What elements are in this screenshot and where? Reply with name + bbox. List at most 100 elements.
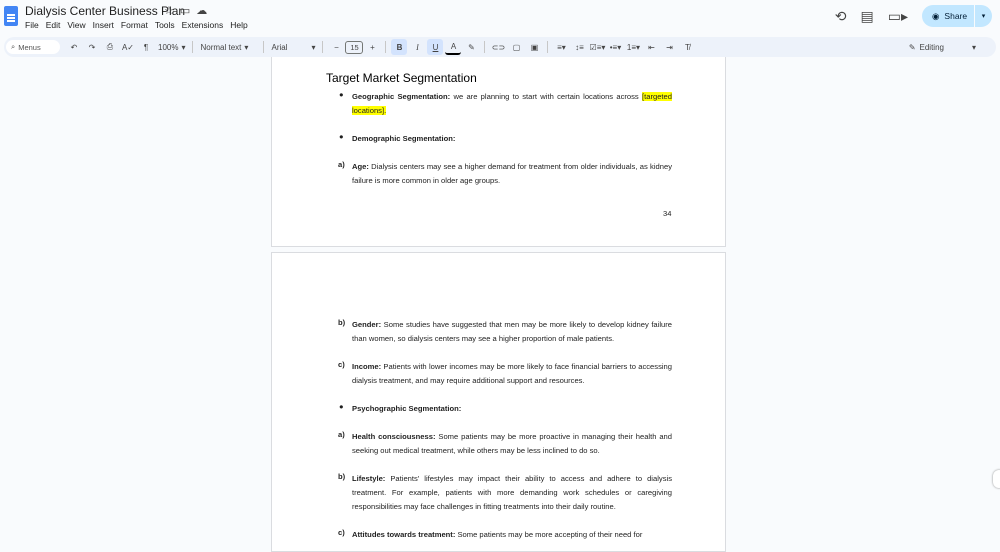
menu-file[interactable]: File — [25, 20, 39, 30]
bullet-marker: ● — [339, 402, 344, 411]
list-marker: b) — [338, 318, 346, 327]
divider — [263, 41, 265, 53]
star-icon[interactable]: ☆ — [164, 4, 174, 17]
health-label: Health consciousness: — [352, 432, 436, 441]
align-icon[interactable]: ≡▾ — [553, 39, 569, 55]
age-text: Dialysis centers may see a higher demand… — [352, 162, 672, 185]
paint-format-icon[interactable]: ¶ — [138, 39, 154, 55]
style-select[interactable]: Normal text ▾ — [197, 43, 259, 52]
divider — [547, 41, 549, 53]
move-folder-icon[interactable]: ▭ — [180, 4, 190, 17]
list-marker: a) — [338, 160, 345, 169]
menu-extensions[interactable]: Extensions — [182, 20, 224, 30]
title-bar: Dialysis Center Business Plan ☆ ▭ ☁ File… — [0, 0, 1000, 36]
increase-indent-icon[interactable]: ⇥ — [661, 39, 677, 55]
geographic-label: Geographic Segmentation: — [352, 92, 451, 101]
highlight-icon[interactable]: ✎ — [463, 39, 479, 55]
bullet-marker: ● — [339, 90, 344, 99]
age-paragraph: Age: Dialysis centers may see a higher d… — [352, 160, 672, 188]
bold-icon[interactable]: B — [391, 39, 408, 55]
divider — [484, 41, 486, 53]
numbered-list-icon[interactable]: 1≡▾ — [625, 39, 641, 55]
meet-icon[interactable]: ▭▸ — [888, 8, 908, 25]
editing-mode-label: Editing — [919, 42, 944, 52]
income-text: Patients with lower incomes may be more … — [352, 362, 672, 385]
demographic-label: Demographic Segmentation: — [352, 134, 456, 143]
checklist-icon[interactable]: ☑≡▾ — [589, 39, 606, 55]
chevron-down-icon: ▾ — [971, 42, 976, 52]
chevron-down-icon: ▾ — [311, 42, 316, 52]
redo-icon[interactable]: ↷ — [84, 39, 100, 55]
search-icon: ⌕ — [11, 42, 16, 51]
share-button[interactable]: ◉ Share ▾ — [922, 5, 992, 27]
comments-icon[interactable]: ▤ — [861, 8, 874, 25]
divider — [322, 41, 324, 53]
undo-icon[interactable]: ↶ — [66, 39, 82, 55]
menu-edit[interactable]: Edit — [46, 20, 61, 30]
line-spacing-icon[interactable]: ↕≡ — [571, 39, 587, 55]
document-page[interactable]: b) Gender: Some studies have suggested t… — [271, 252, 726, 552]
docs-logo-icon[interactable] — [4, 6, 18, 26]
share-label: Share — [944, 11, 968, 21]
clear-format-icon[interactable]: T̸ — [679, 39, 695, 55]
chevron-down-icon: ▾ — [244, 42, 249, 52]
underline-icon[interactable]: U — [427, 39, 444, 55]
list-marker: c) — [338, 528, 345, 537]
style-value: Normal text — [200, 42, 242, 52]
document-page[interactable]: Target Market Segmentation ● Geographic … — [271, 57, 726, 247]
share-caret-icon[interactable]: ▾ — [974, 5, 992, 27]
font-select[interactable]: Arial ▾ — [268, 43, 318, 52]
print-icon[interactable]: ⎙ — [102, 39, 118, 55]
gender-label: Gender: — [352, 320, 382, 329]
income-paragraph: Income: Patients with lower incomes may … — [352, 360, 672, 388]
menu-insert[interactable]: Insert — [93, 20, 114, 30]
menu-view[interactable]: View — [67, 20, 85, 30]
gender-text: Some studies have suggested that men may… — [352, 320, 672, 343]
geographic-paragraph: Geographic Segmentation: we are planning… — [352, 90, 672, 118]
list-marker: c) — [338, 360, 345, 369]
bullet-list-icon[interactable]: •≡▾ — [607, 39, 623, 55]
demographic-heading: Demographic Segmentation: — [352, 132, 672, 146]
link-icon[interactable]: ⊂⊃ — [490, 39, 506, 55]
menus-search[interactable]: ⌕ Menus — [6, 40, 60, 54]
font-value: Arial — [271, 42, 288, 52]
psychographic-heading: Psychographic Segmentation: — [352, 402, 672, 416]
divider — [385, 41, 387, 53]
menu-tools[interactable]: Tools — [155, 20, 175, 30]
chevron-down-icon: ▾ — [181, 42, 186, 52]
decrease-indent-icon[interactable]: ⇤ — [643, 39, 659, 55]
zoom-value: 100% — [158, 42, 179, 52]
geographic-text: we are planning to start with certain lo… — [450, 92, 639, 101]
health-paragraph: Health consciousness: Some patients may … — [352, 430, 672, 458]
bullet-marker: ● — [339, 132, 344, 141]
menu-format[interactable]: Format — [121, 20, 148, 30]
spellcheck-icon[interactable]: A✓ — [120, 39, 136, 55]
lifestyle-label: Lifestyle: — [352, 474, 386, 483]
menu-bar: File Edit View Insert Format Tools Exten… — [25, 20, 248, 30]
list-marker: a) — [338, 430, 345, 439]
age-label: Age: — [352, 162, 369, 171]
text-color-icon[interactable]: A — [445, 39, 462, 55]
menu-help[interactable]: Help — [230, 20, 247, 30]
version-history-icon[interactable]: ⟲ — [835, 8, 847, 25]
image-icon[interactable]: ▣ — [526, 39, 542, 55]
lifestyle-text: Patients' lifestyles may impact their ab… — [352, 474, 672, 511]
pencil-icon: ✎ — [908, 42, 916, 52]
increase-font-size-icon[interactable]: + — [364, 39, 380, 55]
gender-paragraph: Gender: Some studies have suggested that… — [352, 318, 672, 346]
italic-icon[interactable]: I — [409, 39, 425, 55]
psychographic-label: Psychographic Segmentation: — [352, 404, 462, 413]
toolbar: ⌕ Menus ↶ ↷ ⎙ A✓ ¶ 100% ▾ Normal text ▾ Ar… — [4, 37, 996, 57]
list-marker: b) — [338, 472, 346, 481]
font-size-input[interactable]: 15 — [345, 40, 364, 54]
menus-search-label: Menus — [18, 42, 41, 52]
zoom-select[interactable]: 100% ▾ — [155, 43, 188, 52]
decrease-font-size-icon[interactable]: − — [328, 39, 344, 55]
income-label: Income: — [352, 362, 382, 371]
document-title[interactable]: Dialysis Center Business Plan — [25, 4, 185, 18]
side-panel-toggle[interactable] — [993, 470, 1000, 488]
comment-icon[interactable]: ▢ — [508, 39, 524, 55]
cloud-saved-icon[interactable]: ☁ — [196, 4, 207, 17]
editing-mode-select[interactable]: ✎ Editing ▾ — [909, 43, 976, 52]
section-heading: Target Market Segmentation — [326, 71, 477, 85]
